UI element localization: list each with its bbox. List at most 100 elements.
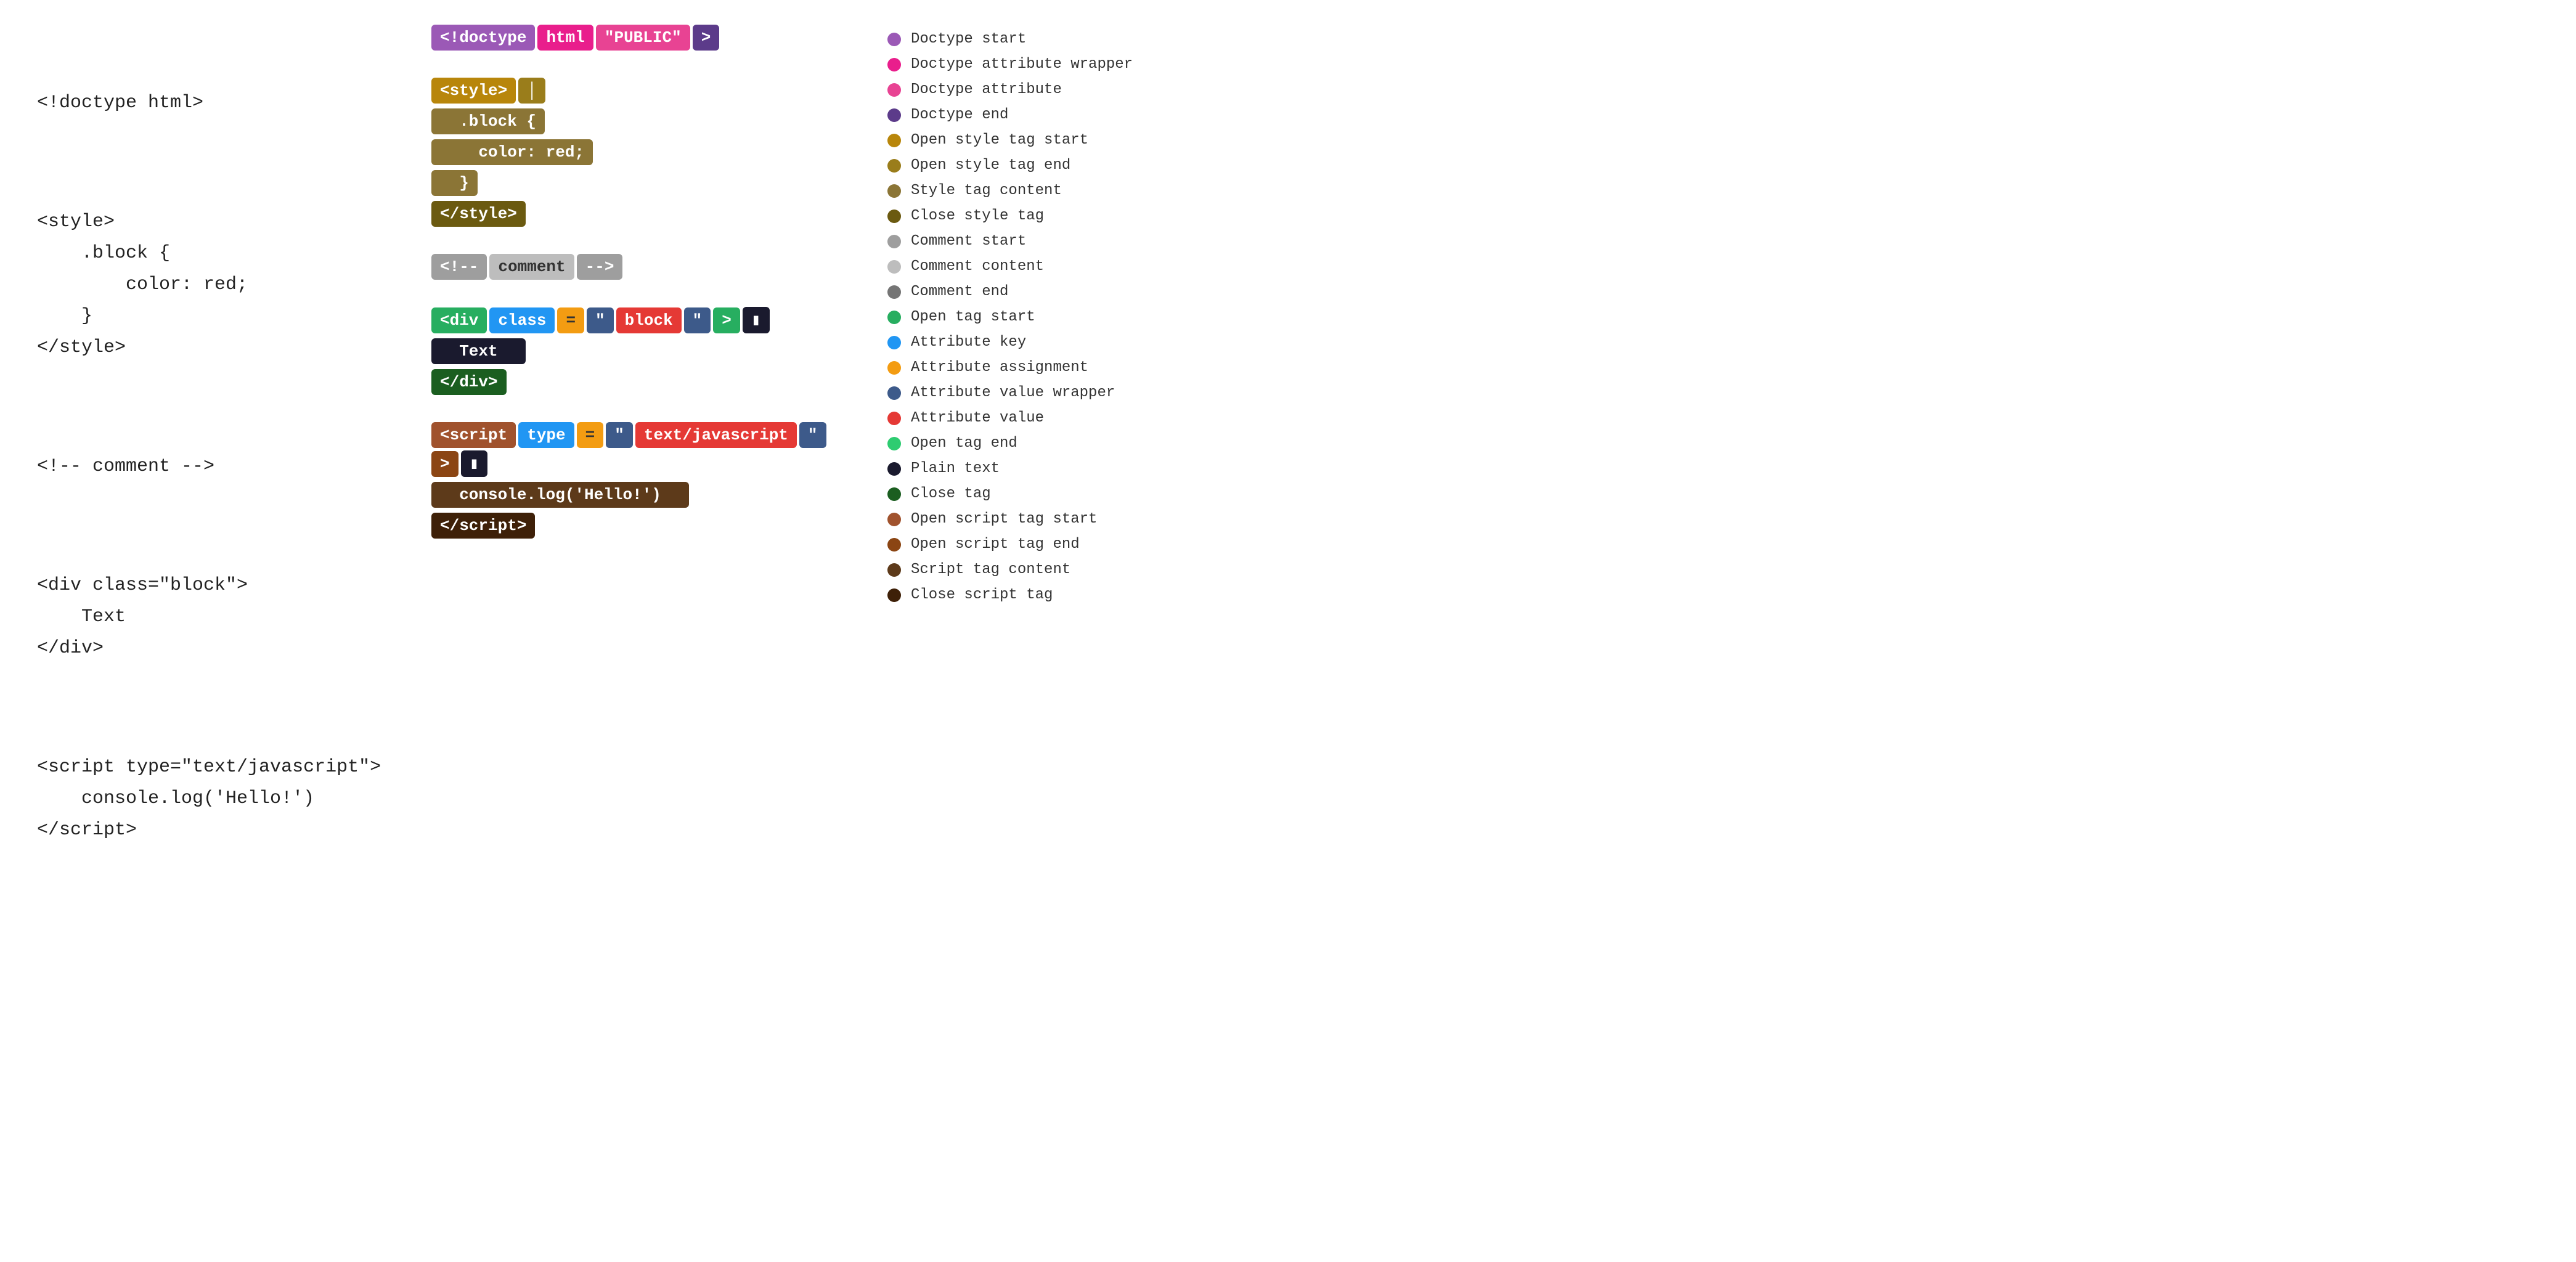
legend-dot-2: [887, 83, 901, 97]
token-cursor-2: ▮: [461, 450, 488, 477]
token-comment-content: comment: [489, 254, 574, 280]
main-layout: <!doctype html> <style> .block { color: …: [37, 25, 2539, 934]
token-plain-text: Text: [431, 338, 526, 364]
legend-item-10: Comment end: [887, 283, 2539, 300]
code-style: <style> .block { color: red; } </style>: [37, 206, 394, 364]
token-attr-key-class: class: [489, 307, 555, 333]
legend-label-7: Close style tag: [911, 208, 1044, 224]
legend-label-4: Open style tag start: [911, 132, 1088, 149]
legend-dot-10: [887, 285, 901, 299]
legend-item-12: Attribute key: [887, 334, 2539, 351]
legend-label-10: Comment end: [911, 283, 1008, 300]
token-doctype-html: html: [537, 25, 593, 51]
legend-dot-3: [887, 108, 901, 122]
script-content-row: console.log('Hello!'): [431, 482, 850, 508]
legend-label-15: Attribute value: [911, 410, 1044, 426]
token-script-content: console.log('Hello!'): [431, 482, 689, 508]
legend-dot-7: [887, 210, 901, 223]
legend-panel: Doctype start Doctype attribute wrapper Do…: [887, 25, 2539, 603]
token-comment-end: -->: [577, 254, 623, 280]
token-doctype-end: >: [693, 25, 720, 51]
legend-dot-0: [887, 33, 901, 46]
div-text-row: Text: [431, 338, 850, 364]
legend-item-4: Open style tag start: [887, 132, 2539, 149]
token-script-val-wrap-open: ": [606, 422, 633, 448]
style-content-row1: .block {: [431, 108, 850, 134]
legend-dot-5: [887, 159, 901, 173]
legend-item-18: Close tag: [887, 486, 2539, 502]
token-style-content-2: color: red;: [431, 139, 593, 165]
legend-dot-16: [887, 437, 901, 450]
token-div-open-start: <div: [431, 307, 487, 333]
legend-label-16: Open tag end: [911, 435, 1017, 452]
token-group-script: <script type = " text/javascript " > ▮ c…: [431, 422, 850, 541]
script-open-row: <script type = " text/javascript " > ▮: [431, 422, 850, 477]
legend-item-9: Comment content: [887, 258, 2539, 275]
legend-item-8: Comment start: [887, 233, 2539, 250]
code-doctype: <!doctype html>: [37, 88, 394, 119]
legend-item-17: Plain text: [887, 460, 2539, 477]
style-content-row3: }: [431, 170, 850, 196]
token-attr-val-wrap-close: ": [684, 307, 711, 333]
legend-item-16: Open tag end: [887, 435, 2539, 452]
legend-item-19: Open script tag start: [887, 511, 2539, 527]
token-group-comment: <!-- comment -->: [431, 254, 850, 282]
doctype-row: <!doctype html "PUBLIC" >: [431, 25, 850, 51]
token-cursor-1: ▮: [743, 307, 770, 333]
legend-dot-21: [887, 563, 901, 577]
legend-item-3: Doctype end: [887, 107, 2539, 123]
script-close-row: </script>: [431, 513, 850, 539]
legend-label-1: Doctype attribute wrapper: [911, 56, 1133, 73]
legend-label-20: Open script tag end: [911, 536, 1080, 553]
token-script-open-start: <script: [431, 422, 516, 448]
token-attr-val-block: block: [616, 307, 682, 333]
legend-item-5: Open style tag end: [887, 157, 2539, 174]
style-close-row: </style>: [431, 201, 850, 227]
legend-dot-18: [887, 487, 901, 501]
legend-label-2: Doctype attribute: [911, 81, 1062, 98]
token-script-open-end: >: [431, 451, 459, 477]
legend-label-3: Doctype end: [911, 107, 1008, 123]
legend-item-13: Attribute assignment: [887, 359, 2539, 376]
legend-dot-12: [887, 336, 901, 349]
code-comment: <!-- comment -->: [37, 451, 394, 482]
comment-row: <!-- comment -->: [431, 254, 850, 280]
token-attr-key-type: type: [518, 422, 574, 448]
token-comment-start: <!--: [431, 254, 487, 280]
token-style-close: </style>: [431, 201, 526, 227]
legend-label-6: Style tag content: [911, 182, 1062, 199]
legend-item-1: Doctype attribute wrapper: [887, 56, 2539, 73]
legend-item-7: Close style tag: [887, 208, 2539, 224]
legend-label-9: Comment content: [911, 258, 1044, 275]
legend-label-17: Plain text: [911, 460, 1000, 477]
legend-dot-22: [887, 588, 901, 602]
token-doctype-start: <!doctype: [431, 25, 535, 51]
legend-label-11: Open tag start: [911, 309, 1035, 325]
legend-dot-8: [887, 235, 901, 248]
left-panel: <!doctype html> <style> .block { color: …: [37, 25, 394, 934]
token-group-style: <style> │ .block { color: red; } </style…: [431, 78, 850, 229]
middle-panel: <!doctype html "PUBLIC" > <style> │ .blo…: [431, 25, 850, 541]
token-style-open-end: │: [518, 78, 545, 104]
style-content-row2: color: red;: [431, 139, 850, 165]
legend-dot-17: [887, 462, 901, 476]
style-open-row: <style> │: [431, 78, 850, 104]
legend-dot-9: [887, 260, 901, 274]
legend-label-21: Script tag content: [911, 561, 1070, 578]
token-attr-assign-2: =: [577, 422, 604, 448]
legend-item-0: Doctype start: [887, 31, 2539, 47]
token-script-close: </script>: [431, 513, 535, 539]
legend-label-22: Close script tag: [911, 587, 1053, 603]
legend-label-13: Attribute assignment: [911, 359, 1088, 376]
token-script-val-wrap-close: ": [799, 422, 826, 448]
legend-item-14: Attribute value wrapper: [887, 385, 2539, 401]
legend-item-2: Doctype attribute: [887, 81, 2539, 98]
legend-item-15: Attribute value: [887, 410, 2539, 426]
div-close-row: </div>: [431, 369, 850, 395]
token-doctype-public: "PUBLIC": [596, 25, 690, 51]
legend-dot-15: [887, 412, 901, 425]
legend-dot-4: [887, 134, 901, 147]
token-div-open-end: >: [713, 307, 740, 333]
legend-dot-20: [887, 538, 901, 552]
legend-label-5: Open style tag end: [911, 157, 1070, 174]
